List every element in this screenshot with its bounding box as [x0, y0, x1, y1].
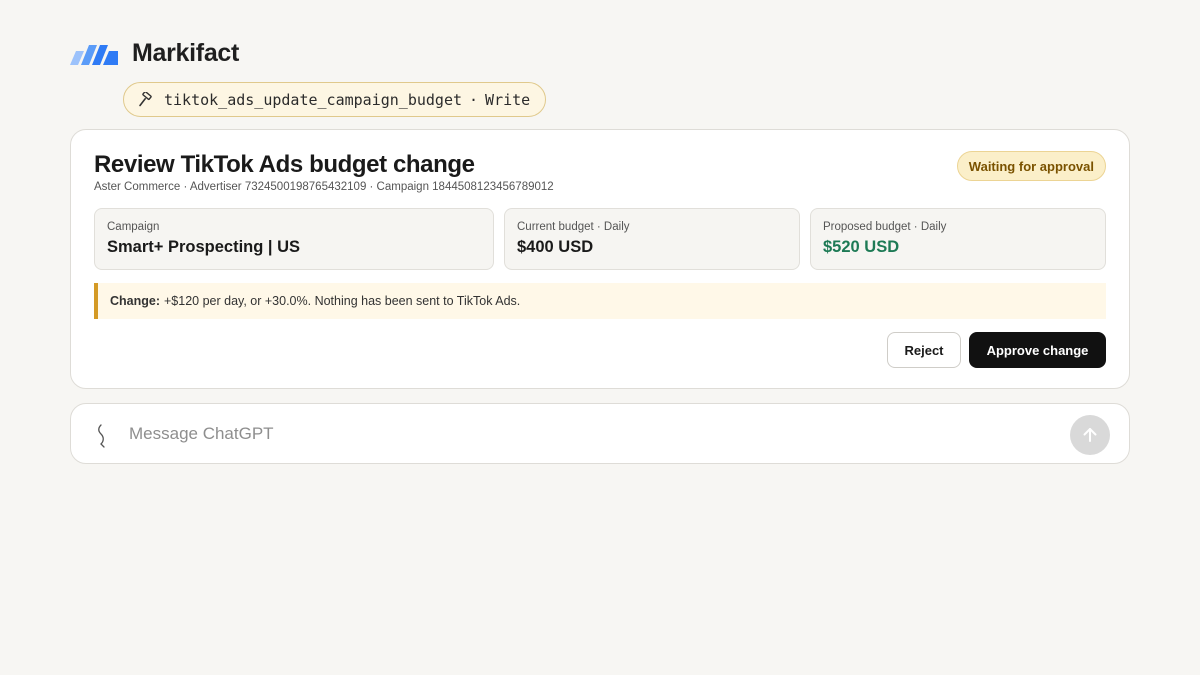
campaign-value: Smart+ Prospecting | US — [107, 238, 301, 256]
tool-mode: Write — [485, 90, 531, 109]
current-budget-label: Current budget · Daily — [517, 221, 630, 233]
proposed-budget-field: Proposed budget · Daily $520 USD — [810, 208, 1106, 270]
brand-name: Markifact — [132, 38, 240, 67]
approval-card: Review TikTok Ads budget change Aster Co… — [70, 129, 1130, 389]
status-badge: Waiting for approval — [956, 151, 1106, 181]
message-input[interactable] — [129, 418, 1029, 450]
proposed-budget-label: Proposed budget · Daily — [823, 221, 947, 233]
message-composer — [70, 403, 1130, 464]
card-subtitle: Aster Commerce · Advertiser 732450019876… — [94, 181, 554, 193]
campaign-label: Campaign — [107, 221, 160, 233]
change-summary: Change: +$120 per day, or +30.0%. Nothin… — [94, 283, 1106, 319]
reject-button[interactable]: Reject — [887, 332, 961, 368]
current-budget-field: Current budget · Daily $400 USD — [504, 208, 800, 270]
current-budget-value: $400 USD — [517, 238, 594, 256]
hammer-icon — [138, 91, 154, 108]
tool-call-chip[interactable]: tiktok_ads_update_campaign_budget · Writ… — [123, 82, 547, 117]
markifact-logo-icon — [70, 45, 118, 65]
tool-separator: · — [469, 90, 479, 109]
app-header: Markifact — [70, 38, 239, 68]
campaign-field: Campaign Smart+ Prospecting | US — [94, 208, 494, 270]
arrow-up-icon — [1083, 428, 1097, 442]
tool-name: tiktok_ads_update_campaign_budget — [164, 90, 463, 109]
change-label: Change: — [110, 294, 160, 308]
change-text: +$120 per day, or +30.0%. Nothing has be… — [164, 294, 521, 308]
send-button[interactable] — [1070, 415, 1110, 455]
approve-change-button[interactable]: Approve change — [969, 332, 1106, 368]
card-title: Review TikTok Ads budget change — [94, 151, 475, 178]
proposed-budget-value: $520 USD — [823, 238, 900, 256]
attach-icon[interactable] — [95, 423, 109, 454]
